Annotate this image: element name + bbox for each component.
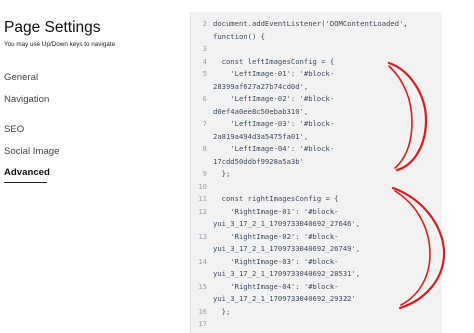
code-line: 12 'RightImage-01': '#block- bbox=[191, 206, 442, 219]
code-line: 7 'LeftImage-03': '#block- bbox=[191, 118, 442, 131]
code-line: yui_3_17_2_1_1709733040692_27646', bbox=[191, 218, 442, 231]
active-item-underline bbox=[4, 182, 47, 183]
code-line: function() { bbox=[191, 31, 442, 44]
line-number: 3 bbox=[202, 44, 207, 53]
code-line: 17 bbox=[191, 318, 442, 331]
code-line: 10 bbox=[191, 181, 442, 194]
code-text: yui_3_17_2_1_1709733040692_26749', bbox=[213, 244, 361, 253]
code-text: yui_3_17_2_1_1709733040692_27646', bbox=[213, 219, 361, 228]
code-line: 15 'RightImage-04': '#block- bbox=[191, 281, 442, 294]
code-line: 8 'LeftImage-04': '#block- bbox=[191, 143, 442, 156]
line-number: 5 bbox=[202, 69, 207, 78]
sidebar-item-general[interactable]: General bbox=[4, 72, 38, 83]
code-text: }; bbox=[213, 306, 231, 316]
code-text: 'RightImage-02': '#block- bbox=[213, 231, 339, 241]
code-text: 'RightImage-04': '#block- bbox=[213, 281, 339, 291]
line-number: 16 bbox=[198, 306, 207, 316]
code-line: 4 const leftImagesConfig = { bbox=[191, 56, 442, 69]
line-number: 12 bbox=[198, 206, 207, 216]
code-line: 3 bbox=[191, 43, 442, 56]
keyboard-hint: You may use Up/Down keys to navigate bbox=[4, 41, 116, 48]
code-line: 9 }; bbox=[191, 168, 442, 181]
code-text: yui_3_17_2_1_1709733040692_28531', bbox=[213, 269, 361, 278]
code-line: 6 'LeftImage-02': '#block- bbox=[191, 93, 442, 106]
sidebar-item-navigation[interactable]: Navigation bbox=[4, 94, 49, 105]
line-number: 10 bbox=[198, 181, 207, 191]
code-text: 17cdd50ddbf9928a5a3b' bbox=[213, 156, 304, 166]
code-line: d0ef4a0ee8c50ebab310', bbox=[191, 106, 442, 119]
line-number: 6 bbox=[202, 94, 207, 103]
code-text: 28399af627a27b74cd0d', bbox=[213, 81, 309, 91]
code-text: 'LeftImage-03': '#block- bbox=[213, 119, 335, 128]
code-line: 17cdd50ddbf9928a5a3b' bbox=[191, 156, 442, 169]
code-line: yui_3_17_2_1_1709733040692_28531', bbox=[191, 268, 442, 281]
code-text: }; bbox=[213, 169, 231, 178]
code-line: 14 'RightImage-03': '#block- bbox=[191, 256, 442, 269]
code-line: 13 'RightImage-02': '#block- bbox=[191, 231, 442, 244]
line-number: 14 bbox=[198, 256, 207, 266]
line-number: 11 bbox=[198, 194, 207, 203]
code-text: d0ef4a0ee8c50ebab310', bbox=[213, 106, 309, 116]
code-text: 2a819a494d3a5475fa01', bbox=[213, 131, 309, 141]
code-text: const leftImagesConfig = { bbox=[213, 56, 335, 66]
code-line: 2 document.addEventListener('DOMContentLo… bbox=[191, 18, 442, 31]
code-line: yui_3_17_2_1_1709733040692_26749', bbox=[191, 243, 442, 256]
line-number: 8 bbox=[202, 144, 207, 153]
code-text: 'RightImage-03': '#block- bbox=[213, 256, 339, 266]
line-number: 15 bbox=[198, 281, 207, 291]
sidebar-item-advanced[interactable]: Advanced bbox=[4, 167, 50, 178]
page-title: Page Settings bbox=[4, 19, 101, 36]
line-number: 7 bbox=[202, 119, 207, 128]
code-line: 28399af627a27b74cd0d', bbox=[191, 81, 442, 94]
code-text: 'RightImage-01': '#block- bbox=[213, 206, 339, 216]
settings-sidebar: Page Settings You may use Up/Down keys t… bbox=[0, 0, 188, 333]
code-text: yui_3_17_2_1_1709733040692_29322' bbox=[213, 294, 356, 303]
sidebar-item-seo[interactable]: SEO bbox=[4, 124, 24, 135]
line-number: 4 bbox=[202, 56, 207, 66]
code-text: 'LeftImage-04': '#block- bbox=[213, 144, 335, 153]
code-editor[interactable]: 2 document.addEventListener('DOMContentLo… bbox=[190, 12, 442, 333]
line-number: 2 bbox=[202, 19, 207, 28]
code-text: 'LeftImage-01': '#block- bbox=[213, 69, 335, 78]
code-text: const rightImagesConfig = { bbox=[213, 194, 339, 203]
code-line: yui_3_17_2_1_1709733040692_29322' bbox=[191, 293, 442, 306]
line-number: 9 bbox=[202, 169, 207, 178]
code-text: 'LeftImage-02': '#block- bbox=[213, 94, 335, 103]
code-line: 2a819a494d3a5475fa01', bbox=[191, 131, 442, 144]
code-line: 5 'LeftImage-01': '#block- bbox=[191, 68, 442, 81]
code-line: 16 }; bbox=[191, 306, 442, 319]
line-number: 17 bbox=[198, 319, 207, 328]
code-line: 11 const rightImagesConfig = { bbox=[191, 193, 442, 206]
line-number: 13 bbox=[198, 231, 207, 241]
sidebar-item-social-image[interactable]: Social Image bbox=[4, 146, 59, 157]
code-text: function() { bbox=[213, 31, 265, 41]
code-text: document.addEventListener('DOMContentLoa… bbox=[213, 19, 408, 28]
